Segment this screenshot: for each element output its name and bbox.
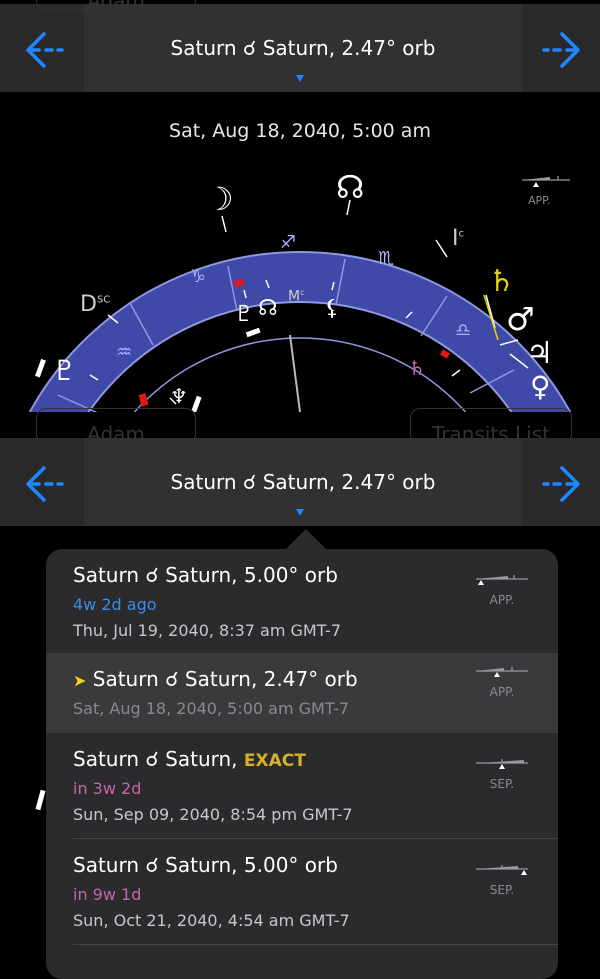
saturn-transit-glyph[interactable]: ♄	[488, 264, 515, 299]
descendant-label: DSC	[80, 292, 111, 317]
list-item[interactable]: Saturn ☌ Saturn, EXACT in 3w 2d Sun, Sep…	[46, 733, 558, 839]
bottom-nav-title[interactable]: Saturn ☌ Saturn, 2.47° orb	[84, 470, 522, 494]
inner-saturn-glyph[interactable]: ♄	[408, 356, 426, 380]
aspect-state: APP.	[489, 685, 515, 699]
sign-capricorn: ♑	[190, 266, 206, 287]
inner-lilith-glyph[interactable]: ⚸	[324, 296, 340, 321]
inner-neptune-glyph[interactable]: ♆	[170, 384, 188, 408]
sign-libra: ♎	[455, 320, 471, 341]
occurrence-title: ➤ Saturn ☌ Saturn, 2.47° orb	[73, 667, 358, 691]
occurrence-date: Sun, Oct 21, 2040, 4:54 am GMT-7	[73, 911, 350, 930]
current-marker-icon: ➤	[73, 671, 87, 690]
ghost-adam-button: Adam	[36, 0, 196, 13]
occurrence-relative: in 9w 1d	[73, 885, 142, 904]
list-item[interactable]: Saturn ☌ Saturn, 5.00° orb in 9w 1d Sun,…	[46, 839, 558, 945]
separating-indicator-icon: SEP.	[474, 755, 530, 795]
aspect-state: SEP.	[489, 777, 515, 791]
chevron-down-icon	[296, 75, 304, 82]
aspect-state: SEP.	[489, 883, 515, 897]
applying-indicator-icon: APP.	[474, 663, 530, 703]
aspect-state: APP.	[489, 593, 515, 607]
next-arrow-icon[interactable]	[540, 462, 584, 506]
inner-pluto-glyph[interactable]: ♇	[234, 302, 254, 327]
popover-arrow	[286, 529, 326, 549]
occurrence-title: Saturn ☌ Saturn, 5.00° orb	[73, 563, 338, 587]
previous-arrow-icon[interactable]	[22, 28, 66, 72]
imum-coeli-label: Ic	[452, 226, 464, 251]
occurrence-date: Sun, Sep 09, 2040, 8:54 pm GMT-7	[73, 805, 353, 824]
venus-glyph[interactable]: ♀	[530, 370, 551, 403]
list-item-selected[interactable]: ➤ Saturn ☌ Saturn, 2.47° orb Sat, Aug 18…	[46, 653, 558, 733]
occurrence-relative: in 3w 2d	[73, 779, 142, 798]
ghost-label: Adam	[87, 0, 145, 13]
wheel-dash-mark	[35, 789, 46, 811]
exact-badge: EXACT	[243, 751, 306, 771]
previous-arrow-icon[interactable]	[22, 462, 66, 506]
mars-glyph[interactable]: ♂	[506, 300, 535, 338]
separating-indicator-icon: SEP.	[474, 861, 530, 901]
sign-scorpio: ♏	[378, 248, 394, 269]
jupiter-glyph[interactable]: ♃	[526, 336, 553, 371]
list-item[interactable]: Saturn ☌ Saturn, 5.00° orb 4w 2d ago Thu…	[46, 549, 558, 653]
inner-node-glyph[interactable]: ☊	[258, 296, 278, 321]
occurrence-relative: 4w 2d ago	[73, 595, 157, 614]
occurrence-title-text: Saturn ☌ Saturn, 2.47° orb	[92, 667, 358, 691]
occurrence-date: Sat, Aug 18, 2040, 5:00 am GMT-7	[73, 699, 350, 718]
chevron-down-icon	[296, 509, 304, 516]
occurrence-title: Saturn ☌ Saturn, EXACT	[73, 747, 306, 771]
chart-date: Sat, Aug 18, 2040, 5:00 am	[169, 120, 431, 142]
moon-glyph[interactable]: ☽	[205, 180, 234, 218]
next-arrow-icon[interactable]	[540, 28, 584, 72]
occurrence-title-text: Saturn ☌ Saturn,	[73, 747, 244, 771]
north-node-glyph[interactable]: ☊	[336, 168, 364, 206]
midheaven-label: Mc	[288, 288, 305, 305]
pluto-glyph[interactable]: ♇	[52, 354, 77, 387]
divider	[73, 944, 558, 945]
occurrence-date: Thu, Jul 19, 2040, 8:37 am GMT-7	[73, 621, 341, 640]
top-nav-title[interactable]: Saturn ☌ Saturn, 2.47° orb	[84, 36, 522, 60]
occurrence-title: Saturn ☌ Saturn, 5.00° orb	[73, 853, 338, 877]
sign-sagittarius: ♐	[280, 232, 296, 253]
sign-aquarius: ♒	[116, 342, 132, 363]
applying-indicator-icon: APP.	[474, 571, 530, 611]
